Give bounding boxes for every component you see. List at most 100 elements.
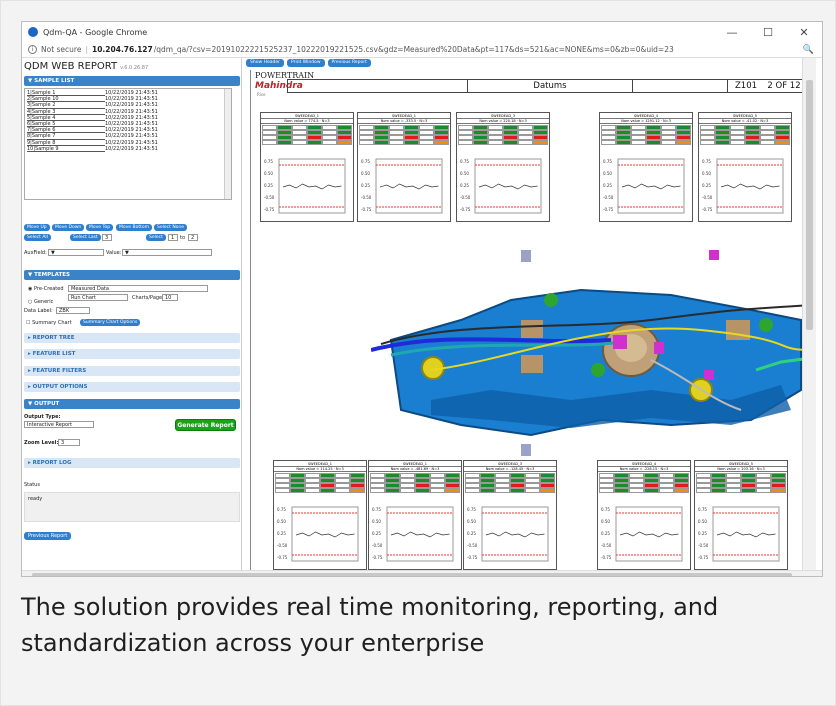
move-top-button[interactable]: Move Top	[86, 224, 114, 231]
sample-list[interactable]: 1|Sample 1 10/22/2019 21:43:51 2|Sample 10…	[24, 88, 232, 200]
feature-filters-section[interactable]: ▸ FEATURE FILTERS	[24, 366, 240, 376]
report-tree-section[interactable]: ▸ REPORT TREE	[24, 333, 240, 343]
stats-cell	[674, 488, 689, 493]
axis-tick-label: 0.25	[603, 183, 612, 188]
stats-cell	[518, 140, 533, 145]
summary-chart-checkbox[interactable]: ☐ Summary Chart	[26, 320, 72, 326]
zoom-icon[interactable]: 🔍	[802, 45, 814, 55]
axis-tick-label: 0.25	[361, 183, 370, 188]
sample-list-header[interactable]: ▼ SAMPLE LIST	[24, 76, 240, 86]
select-to-input[interactable]: 2	[188, 234, 198, 241]
restore-button[interactable]: ☐	[750, 26, 786, 39]
select-all-button[interactable]: Select All	[24, 234, 51, 241]
sample-date: 10/22/2019 21:43:51	[105, 145, 158, 152]
report-header: POWERTRAIN Mahindra Rise Datums Z101 2 O…	[251, 70, 802, 104]
stats-cell	[277, 140, 292, 145]
stats-cell	[337, 140, 352, 145]
select-from-input[interactable]: 1	[168, 234, 178, 241]
stats-cell	[629, 488, 644, 493]
print-window-button[interactable]: Print Window	[286, 59, 325, 67]
previous-report-left-button[interactable]: Previous Report	[24, 532, 72, 540]
measurement-panel[interactable]: SWEEDEAD_5 Nom value = 103.16 · N=3 0.75 0.…	[694, 460, 788, 570]
charts-page-select[interactable]: 10	[162, 294, 178, 301]
stats-cell	[741, 488, 756, 493]
measurement-panel[interactable]: SWEEDEAD_4 Nom value = 1291.12 · N=3 0.75 0…	[599, 112, 693, 222]
axis-tick-label: 0.75	[460, 159, 469, 164]
select-none-button[interactable]: Select None	[154, 224, 188, 231]
move-down-button[interactable]: Move Down	[52, 224, 85, 231]
move-up-button[interactable]: Move Up	[24, 224, 50, 231]
address-bar[interactable]: i Not secure | 10.204.76.127 /qdm_qa/?cs…	[22, 42, 822, 58]
axis-tick-label: 0.75	[277, 507, 286, 512]
aux-field-select[interactable]: ▼	[48, 249, 104, 256]
report-title-box: Datums Z101 2 OF 12	[287, 79, 802, 93]
status-value: ready	[28, 496, 43, 502]
report-viewport: Show Header Print Window Previous Report…	[244, 58, 802, 570]
status-label: Status	[24, 482, 40, 488]
measurement-panel[interactable]: SWEEDEAD_3 Nom value = 220.18 · N=3 0.75 0.…	[456, 112, 550, 222]
select-last-button[interactable]: Select Last	[70, 234, 101, 241]
stats-grid	[695, 472, 787, 494]
select-last-input[interactable]: 3	[102, 234, 112, 241]
window-title: Qdm-QA - Google Chrome	[43, 27, 148, 37]
vertical-scroll-thumb[interactable]	[806, 80, 813, 330]
report-horizontal-scrollbar[interactable]	[22, 570, 822, 576]
report-log-section[interactable]: ▸ REPORT LOG	[24, 458, 240, 468]
measurement-panel[interactable]: SWEEDEAD_3 Nom value = -128.45 · N=3 0.75 0…	[463, 460, 557, 570]
move-bottom-button[interactable]: Move Bottom	[116, 224, 153, 231]
stats-cell	[305, 488, 320, 493]
stats-cell	[322, 140, 337, 145]
measurement-panel[interactable]: SWEEDEAD_1 Nom value = 114.25 · N=3 0.75 0.…	[273, 460, 367, 570]
data-label-select[interactable]: ZBK	[56, 307, 90, 314]
sample-list-scrollbar[interactable]	[224, 89, 231, 199]
url-path: /qdm_qa/?csv=20191022221525237_102220192…	[153, 45, 674, 54]
axis-tick-label: -0.75	[702, 207, 713, 212]
stats-cell	[661, 140, 676, 145]
axis-tick-label: -0.50	[361, 195, 372, 200]
report-vertical-scrollbar[interactable]	[802, 58, 816, 570]
stats-cell	[473, 140, 488, 145]
close-button[interactable]: ✕	[786, 26, 822, 39]
run-chart: 0.75 0.50 0.25 -0.50 -0.75	[372, 506, 454, 562]
sample-list-item[interactable]: 10|Sample 9 10/22/2019 21:43:51	[27, 146, 229, 152]
measurement-panel[interactable]: SWEEDEAD_1 Nom value = -333.5 · N=3 0.75 0.…	[357, 112, 451, 222]
axis-tick-label: -0.50	[264, 195, 275, 200]
previous-report-button[interactable]: Previous Report	[327, 59, 371, 67]
generate-report-button[interactable]: Generate Report	[175, 419, 236, 431]
value-select[interactable]: ▼	[122, 249, 212, 256]
stats-cell	[760, 140, 775, 145]
measurement-panel[interactable]: SWEEDEAD_1 Nom value = 774.5 · N=3 0.75 0.5…	[260, 112, 354, 222]
run-chart: 0.75 0.50 0.25 -0.50 -0.75	[698, 506, 780, 562]
axis-tick-label: 0.75	[372, 507, 381, 512]
stats-cell	[730, 140, 745, 145]
measurement-panel[interactable]: SWEEDEAD_5 Nom value = -41.02 · N=3 0.75 0.…	[698, 112, 792, 222]
url-host: 10.204.76.127	[92, 45, 153, 54]
output-type-select[interactable]: Interactive Report	[24, 421, 94, 428]
output-options-section[interactable]: ▸ OUTPUT OPTIONS	[24, 382, 240, 392]
browser-window: Qdm-QA - Google Chrome — ☐ ✕ i Not secur…	[21, 21, 823, 577]
stats-cell	[676, 140, 691, 145]
zoom-level-select[interactable]: 3	[58, 439, 80, 446]
precreated-select[interactable]: Measured Data	[68, 285, 208, 292]
feature-list-section[interactable]: ▸ FEATURE LIST	[24, 349, 240, 359]
show-header-button[interactable]: Show Header	[246, 59, 284, 67]
measurement-panel[interactable]: SWEEDEAD_1 Nom value = -481.69 · N=3 0.75 0…	[368, 460, 462, 570]
templates-header[interactable]: ▼ TEMPLATES	[24, 270, 240, 280]
run-chart: 0.75 0.50 0.25 -0.50 -0.75	[264, 158, 346, 214]
measurement-panel[interactable]: SWEEDEAD_4 Nom value = -228.15 · N=3 0.75 0…	[597, 460, 691, 570]
summary-chart-options-button[interactable]: Summary Chart Options	[80, 319, 141, 326]
output-header[interactable]: ▼ OUTPUT	[24, 399, 240, 409]
axis-tick-label: 0.25	[702, 183, 711, 188]
precreated-radio[interactable]: ◉ Pre-Created	[28, 286, 64, 292]
axis-tick-label: -0.75	[361, 207, 372, 212]
info-icon[interactable]: i	[28, 45, 37, 54]
minimize-button[interactable]: —	[714, 26, 750, 39]
data-label-label: Data Label:	[24, 308, 53, 314]
chart-type-select[interactable]: Run Chart	[68, 294, 128, 301]
horizontal-scroll-thumb[interactable]	[32, 573, 792, 576]
stats-cell	[696, 488, 711, 493]
report-code: Z101	[734, 81, 758, 91]
select-range-button[interactable]: Select	[146, 234, 166, 241]
stats-grid	[598, 472, 690, 494]
generic-radio[interactable]: ○ Generic	[28, 299, 53, 305]
